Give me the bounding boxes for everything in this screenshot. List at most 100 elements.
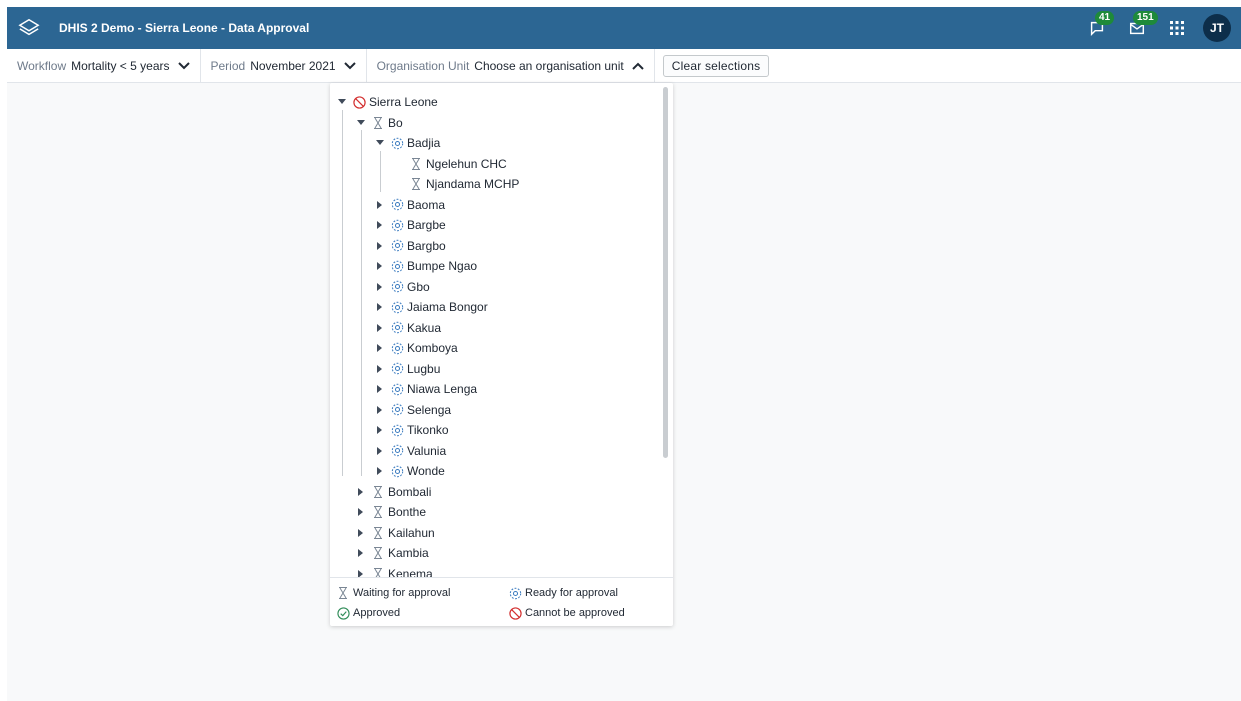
- tree-node[interactable]: Bumpe Ngao: [330, 256, 519, 277]
- tree-node[interactable]: Badjia: [330, 133, 519, 154]
- tree-node[interactable]: Selenga: [330, 400, 519, 421]
- tree-node[interactable]: Gbo: [330, 277, 519, 298]
- orgunit-selector[interactable]: Organisation Unit Choose an organisation…: [367, 49, 655, 82]
- tree-node-label[interactable]: Kenema: [388, 567, 433, 577]
- tree-node-label[interactable]: Badjia: [407, 136, 440, 150]
- caret-right-icon[interactable]: [374, 446, 386, 455]
- waiting-icon: [371, 567, 385, 577]
- tree-node-label[interactable]: Tikonko: [407, 423, 449, 437]
- interpretations-button[interactable]: 41: [1077, 7, 1117, 49]
- legend-approved: Approved: [336, 606, 400, 620]
- tree-node-label[interactable]: Njandama MCHP: [426, 177, 519, 191]
- tree-node[interactable]: Sierra Leone: [330, 92, 519, 113]
- tree-node[interactable]: Valunia: [330, 441, 519, 462]
- status-legend: Waiting for approval Ready for approval …: [330, 577, 673, 627]
- waiting-icon: [371, 526, 385, 540]
- ready-icon: [508, 586, 522, 600]
- user-avatar[interactable]: JT: [1203, 14, 1231, 42]
- tree-node-label[interactable]: Jaiama Bongor: [407, 300, 488, 314]
- ready-icon: [390, 341, 404, 355]
- chevron-down-icon: [177, 61, 190, 70]
- tree-node[interactable]: Wonde: [330, 461, 519, 482]
- tree-node[interactable]: Tikonko: [330, 420, 519, 441]
- caret-right-icon[interactable]: [374, 344, 386, 353]
- waiting-icon: [371, 485, 385, 499]
- tree-node[interactable]: Bargbe: [330, 215, 519, 236]
- tree-node-label[interactable]: Bumpe Ngao: [407, 259, 477, 273]
- workflow-label: Workflow: [17, 58, 67, 73]
- tree-node[interactable]: Bo: [330, 113, 519, 134]
- app-frame: DHIS 2 Demo - Sierra Leone - Data Approv…: [7, 7, 1241, 701]
- tree-node[interactable]: Baoma: [330, 195, 519, 216]
- tree-node-label[interactable]: Valunia: [407, 444, 446, 458]
- tree-node-label[interactable]: Niawa Lenga: [407, 382, 477, 396]
- caret-down-icon[interactable]: [355, 119, 367, 126]
- tree-node-label[interactable]: Bargbe: [407, 218, 446, 232]
- caret-right-icon[interactable]: [374, 405, 386, 414]
- caret-right-icon[interactable]: [355, 549, 367, 558]
- ready-icon: [390, 464, 404, 478]
- apps-menu-button[interactable]: [1157, 7, 1197, 49]
- tree-node-label[interactable]: Selenga: [407, 403, 451, 417]
- tree-node[interactable]: Bombali: [330, 482, 519, 503]
- tree-node-label[interactable]: Ngelehun CHC: [426, 157, 507, 171]
- tree-node-label[interactable]: Komboya: [407, 341, 458, 355]
- tree-node-label[interactable]: Gbo: [407, 280, 430, 294]
- orgunit-tree-container[interactable]: Sierra Leone Bo Badjia Ngelehun CHC Njandama…: [330, 83, 673, 577]
- ready-icon: [390, 362, 404, 376]
- tree-node[interactable]: Komboya: [330, 338, 519, 359]
- tree-node-label[interactable]: Baoma: [407, 198, 445, 212]
- approved-icon: [336, 606, 350, 620]
- dhis2-logo-icon[interactable]: [7, 7, 51, 49]
- tree-node[interactable]: Niawa Lenga: [330, 379, 519, 400]
- tree-node[interactable]: Kenema: [330, 564, 519, 577]
- legend-ready: Ready for approval: [508, 586, 618, 600]
- period-selector[interactable]: Period November 2021: [201, 49, 367, 82]
- tree-node[interactable]: Bargbo: [330, 236, 519, 257]
- tree-node-label[interactable]: Kambia: [388, 546, 429, 560]
- tree-node[interactable]: Kambia: [330, 543, 519, 564]
- caret-right-icon[interactable]: [374, 262, 386, 271]
- caret-right-icon[interactable]: [374, 323, 386, 332]
- workflow-selector[interactable]: Workflow Mortality < 5 years: [7, 49, 201, 82]
- ready-icon: [390, 259, 404, 273]
- caret-right-icon[interactable]: [355, 528, 367, 537]
- tree-node[interactable]: Ngelehun CHC: [330, 154, 519, 175]
- caret-right-icon[interactable]: [374, 200, 386, 209]
- tree-node[interactable]: Njandama MCHP: [330, 174, 519, 195]
- tree-node-label[interactable]: Bargbo: [407, 239, 446, 253]
- tree-node[interactable]: Jaiama Bongor: [330, 297, 519, 318]
- caret-right-icon[interactable]: [374, 385, 386, 394]
- caret-right-icon[interactable]: [374, 282, 386, 291]
- caret-right-icon[interactable]: [374, 221, 386, 230]
- caret-right-icon[interactable]: [355, 508, 367, 517]
- waiting-icon: [371, 505, 385, 519]
- tree-node-label[interactable]: Bo: [388, 116, 403, 130]
- tree-node-label[interactable]: Sierra Leone: [369, 95, 438, 109]
- caret-right-icon[interactable]: [374, 303, 386, 312]
- caret-right-icon[interactable]: [374, 364, 386, 373]
- messages-button[interactable]: 151: [1117, 7, 1158, 49]
- clear-selections-button[interactable]: Clear selections: [662, 54, 770, 77]
- apps-grid-icon: [1170, 21, 1184, 35]
- tree-node-label[interactable]: Bonthe: [388, 505, 426, 519]
- caret-down-icon[interactable]: [336, 99, 348, 105]
- tree-node-label[interactable]: Wonde: [407, 464, 445, 478]
- tree-node[interactable]: Bonthe: [330, 502, 519, 523]
- caret-right-icon[interactable]: [374, 241, 386, 250]
- caret-down-icon[interactable]: [374, 140, 386, 146]
- tree-scrollbar[interactable]: [663, 87, 668, 458]
- tree-node-label[interactable]: Bombali: [388, 485, 431, 499]
- tree-node-label[interactable]: Kakua: [407, 321, 441, 335]
- caret-right-icon[interactable]: [355, 569, 367, 577]
- caret-right-icon[interactable]: [374, 426, 386, 435]
- tree-node[interactable]: Lugbu: [330, 359, 519, 380]
- ready-icon: [390, 321, 404, 335]
- tree-node[interactable]: Kailahun: [330, 523, 519, 544]
- caret-right-icon[interactable]: [374, 467, 386, 476]
- ready-icon: [390, 239, 404, 253]
- tree-node-label[interactable]: Lugbu: [407, 362, 440, 376]
- tree-node-label[interactable]: Kailahun: [388, 526, 435, 540]
- tree-node[interactable]: Kakua: [330, 318, 519, 339]
- caret-right-icon[interactable]: [355, 487, 367, 496]
